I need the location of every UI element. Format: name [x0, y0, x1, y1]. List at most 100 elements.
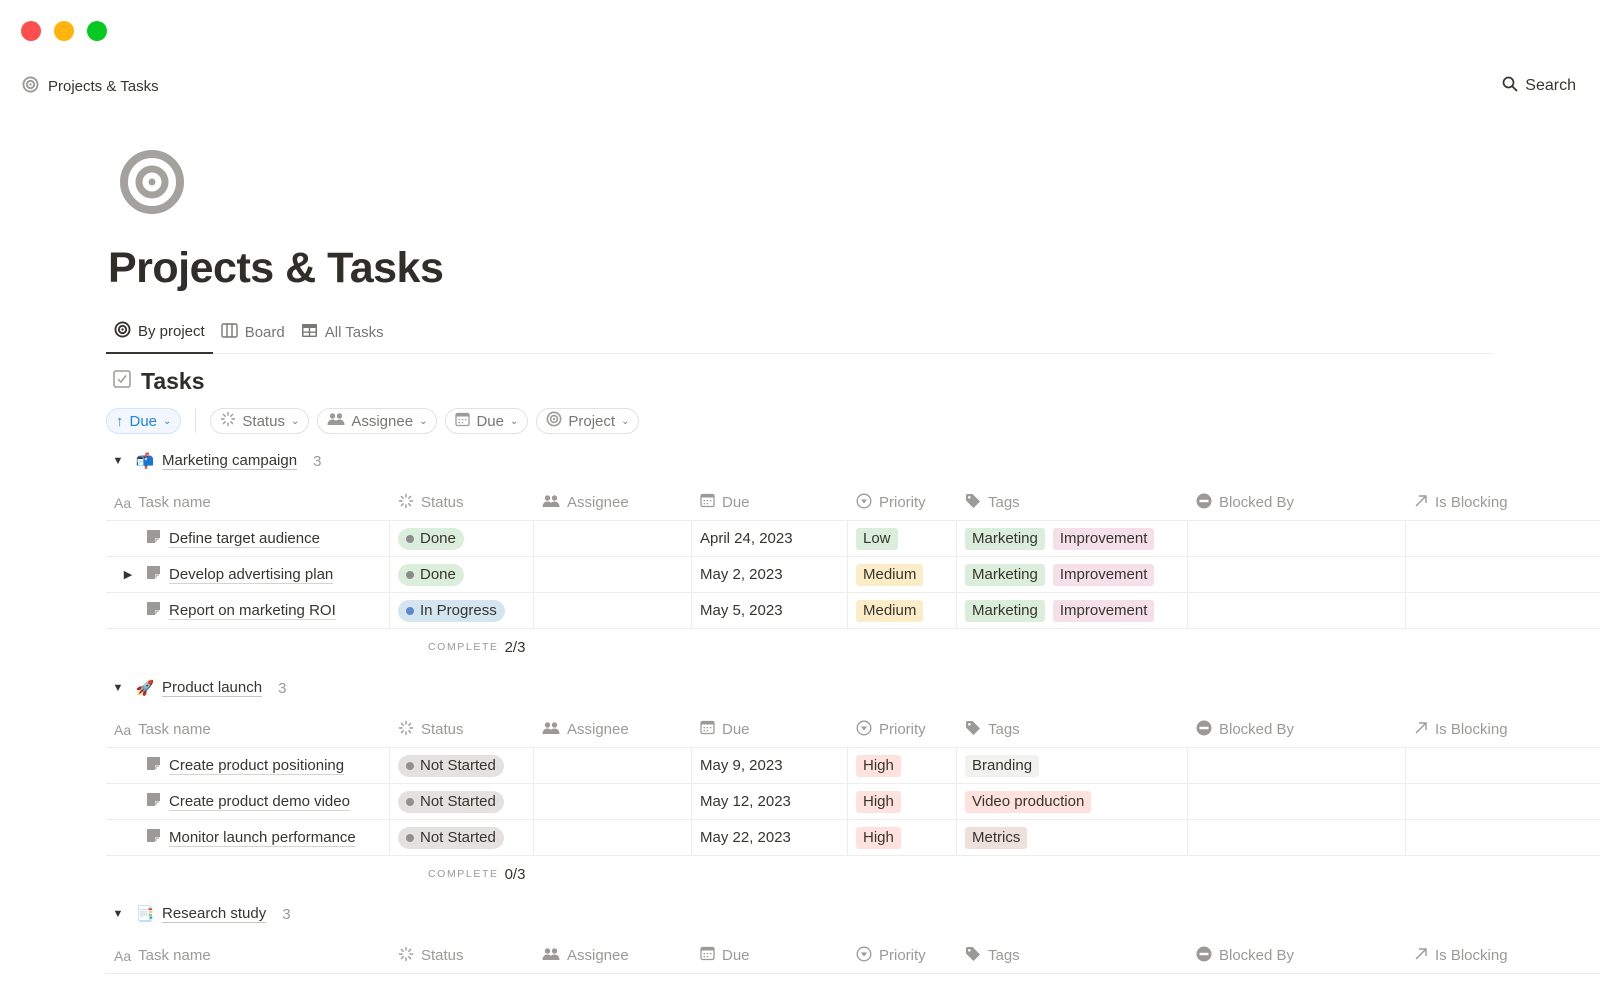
- column-header-is-blocking[interactable]: Is Blocking: [1406, 485, 1600, 520]
- tag-badge[interactable]: Metrics: [965, 826, 1028, 849]
- completion-summary[interactable]: Complete 0/3: [106, 856, 1600, 892]
- priority-cell[interactable]: High: [848, 820, 957, 855]
- is-blocking-cell[interactable]: [1406, 521, 1600, 556]
- tag-badge[interactable]: Marketing: [965, 527, 1045, 550]
- close-window-button[interactable]: [21, 21, 41, 41]
- due-date-cell[interactable]: May 9, 2023: [692, 748, 848, 783]
- column-header-due[interactable]: Due: [692, 712, 848, 747]
- status-cell[interactable]: Not Started: [390, 748, 534, 783]
- priority-badge[interactable]: High: [856, 790, 901, 813]
- filter-assignee-chip[interactable]: Assignee ⌄: [317, 408, 438, 434]
- due-date-cell[interactable]: May 12, 2023: [692, 784, 848, 819]
- tag-badge[interactable]: Marketing: [965, 599, 1045, 622]
- tags-cell[interactable]: Marketing Improvement: [957, 521, 1188, 556]
- column-header-status[interactable]: Status: [390, 485, 534, 520]
- table-row[interactable]: ▶ Develop advertising plan Done May 2, 2023…: [106, 557, 1600, 593]
- status-badge[interactable]: Done: [398, 563, 464, 586]
- column-header-is-blocking[interactable]: Is Blocking: [1406, 712, 1600, 747]
- column-header-status[interactable]: Status: [390, 712, 534, 747]
- task-name-link[interactable]: Report on marketing ROI: [169, 602, 336, 620]
- page-title[interactable]: Projects & Tasks: [108, 244, 444, 293]
- assignee-cell[interactable]: [534, 820, 692, 855]
- priority-cell[interactable]: High: [848, 748, 957, 783]
- is-blocking-cell[interactable]: [1406, 557, 1600, 592]
- task-name-cell[interactable]: Monitor launch performance: [106, 820, 390, 855]
- blocked-by-cell[interactable]: [1188, 820, 1406, 855]
- priority-cell[interactable]: High: [848, 784, 957, 819]
- table-row[interactable]: Define target audience Done April 24, 2023…: [106, 521, 1600, 557]
- is-blocking-cell[interactable]: [1406, 784, 1600, 819]
- blocked-by-cell[interactable]: [1188, 521, 1406, 556]
- tags-cell[interactable]: Branding: [957, 748, 1188, 783]
- collapse-caret-icon[interactable]: ▼: [108, 908, 128, 920]
- status-badge[interactable]: In Progress: [398, 599, 505, 622]
- column-header-status[interactable]: Status: [390, 938, 534, 973]
- is-blocking-cell[interactable]: [1406, 593, 1600, 628]
- column-header-priority[interactable]: Priority: [848, 712, 957, 747]
- tags-cell[interactable]: Marketing Improvement: [957, 593, 1188, 628]
- column-header-task-name[interactable]: Aa Task name: [106, 485, 390, 520]
- task-name-link[interactable]: Create product positioning: [169, 757, 345, 775]
- priority-badge[interactable]: Medium: [856, 563, 924, 586]
- column-header-task-name[interactable]: Aa Task name: [106, 712, 390, 747]
- collapse-caret-icon[interactable]: ▼: [108, 682, 128, 694]
- task-name-link[interactable]: Define target audience: [169, 530, 320, 548]
- table-row[interactable]: Create product positioning Not Started May…: [106, 748, 1600, 784]
- task-name-cell[interactable]: Create product positioning: [106, 748, 390, 783]
- task-name-link[interactable]: Develop advertising plan: [169, 566, 334, 584]
- minimize-window-button[interactable]: [54, 21, 74, 41]
- is-blocking-cell[interactable]: [1406, 748, 1600, 783]
- column-header-is-blocking[interactable]: Is Blocking: [1406, 938, 1600, 973]
- collapse-caret-icon[interactable]: ▼: [108, 455, 128, 467]
- task-name-link[interactable]: Monitor launch performance: [169, 829, 356, 847]
- blocked-by-cell[interactable]: [1188, 557, 1406, 592]
- tag-badge[interactable]: Improvement: [1052, 527, 1155, 550]
- status-cell[interactable]: Done: [390, 521, 534, 556]
- filter-status-chip[interactable]: Status ⌄: [210, 408, 310, 434]
- group-name-link[interactable]: Marketing campaign: [162, 452, 298, 470]
- tag-badge[interactable]: Improvement: [1052, 563, 1155, 586]
- status-badge[interactable]: Done: [398, 527, 464, 550]
- due-date-cell[interactable]: May 22, 2023: [692, 820, 848, 855]
- blocked-by-cell[interactable]: [1188, 748, 1406, 783]
- group-name-link[interactable]: Research study: [162, 905, 267, 923]
- priority-badge[interactable]: Low: [856, 527, 898, 550]
- status-cell[interactable]: In Progress: [390, 593, 534, 628]
- table-row[interactable]: Monitor launch performance Not Started May…: [106, 820, 1600, 856]
- column-header-blocked-by[interactable]: Blocked By: [1188, 938, 1406, 973]
- column-header-assignee[interactable]: Assignee: [534, 485, 692, 520]
- column-header-priority[interactable]: Priority: [848, 938, 957, 973]
- tag-badge[interactable]: Marketing: [965, 563, 1045, 586]
- status-cell[interactable]: Not Started: [390, 820, 534, 855]
- assignee-cell[interactable]: [534, 784, 692, 819]
- column-header-assignee[interactable]: Assignee: [534, 938, 692, 973]
- tags-cell[interactable]: Metrics: [957, 820, 1188, 855]
- column-header-blocked-by[interactable]: Blocked By: [1188, 712, 1406, 747]
- column-header-tags[interactable]: Tags: [957, 938, 1188, 973]
- status-badge[interactable]: Not Started: [398, 754, 504, 777]
- priority-badge[interactable]: High: [856, 826, 901, 849]
- assignee-cell[interactable]: [534, 593, 692, 628]
- status-cell[interactable]: Not Started: [390, 784, 534, 819]
- search-button[interactable]: Search: [1502, 76, 1576, 97]
- due-date-cell[interactable]: April 24, 2023: [692, 521, 848, 556]
- task-name-cell[interactable]: Define target audience: [106, 521, 390, 556]
- database-title[interactable]: Tasks: [113, 368, 205, 395]
- task-name-cell[interactable]: Create product demo video: [106, 784, 390, 819]
- tab-board[interactable]: Board: [213, 310, 293, 354]
- task-name-link[interactable]: Create product demo video: [169, 793, 350, 811]
- priority-cell[interactable]: Medium: [848, 557, 957, 592]
- task-name-cell[interactable]: ▶ Develop advertising plan: [106, 557, 390, 592]
- expand-subtasks-icon[interactable]: ▶: [114, 568, 142, 581]
- column-header-assignee[interactable]: Assignee: [534, 712, 692, 747]
- table-row[interactable]: Report on marketing ROI In Progress May 5,…: [106, 593, 1600, 629]
- maximize-window-button[interactable]: [87, 21, 107, 41]
- tab-by-project[interactable]: By project: [106, 310, 213, 354]
- tag-badge[interactable]: Improvement: [1052, 599, 1155, 622]
- sort-due-chip[interactable]: ↑ Due ⌄: [106, 408, 182, 434]
- status-badge[interactable]: Not Started: [398, 790, 504, 813]
- blocked-by-cell[interactable]: [1188, 784, 1406, 819]
- page-icon[interactable]: [118, 148, 186, 216]
- assignee-cell[interactable]: [534, 521, 692, 556]
- priority-cell[interactable]: Medium: [848, 593, 957, 628]
